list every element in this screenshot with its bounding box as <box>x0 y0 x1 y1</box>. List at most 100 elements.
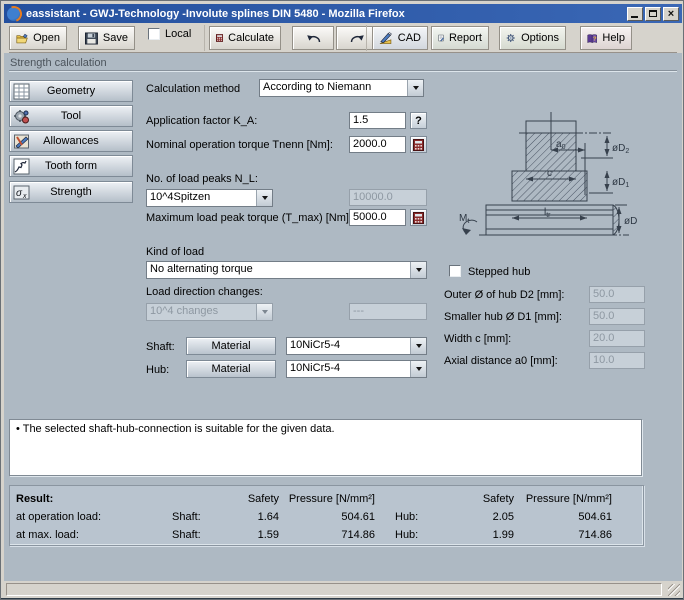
page-title: Strength calculation <box>10 57 107 69</box>
svg-text:?: ? <box>593 36 597 42</box>
chevron-down-icon[interactable] <box>256 190 272 206</box>
options-button[interactable]: Options <box>499 26 566 50</box>
tooth-form-icon <box>13 158 30 175</box>
svg-text:ltr: ltr <box>544 207 551 219</box>
kind-of-load-select[interactable]: No alternating torque <box>146 261 427 279</box>
shaft-label: Shaft: <box>172 511 222 523</box>
chevron-down-icon[interactable] <box>407 80 423 96</box>
chevron-down-icon[interactable] <box>410 361 426 377</box>
calculate-button[interactable]: Calculate <box>209 26 281 50</box>
load-direction-select: 10^4 changes <box>146 303 273 321</box>
dim-mt-label: M <box>459 213 467 224</box>
cad-icon <box>379 32 393 45</box>
report-label: Report <box>449 32 482 44</box>
hub-label: Hub: <box>375 529 435 541</box>
dim-c-label: c <box>547 168 552 179</box>
strength-sigma-icon: σx <box>13 184 30 201</box>
hub-material-value: 10NiCr5-4 <box>287 361 410 377</box>
undo-button[interactable] <box>292 26 334 50</box>
cad-label: CAD <box>398 32 421 44</box>
hub-a0-input: 10.0 <box>589 352 645 369</box>
local-checkbox-group[interactable]: Local <box>148 28 191 40</box>
result-row-operation: at operation load: Shaft: 1.64 504.61 Hu… <box>16 508 643 526</box>
undo-icon <box>305 33 322 44</box>
hub-safety-value: 1.99 <box>435 529 514 541</box>
stepped-hub-label: Stepped hub <box>468 266 530 278</box>
calculation-method-select[interactable]: According to Niemann <box>259 79 424 97</box>
open-button[interactable]: Open <box>9 26 67 50</box>
max-torque-calc-button[interactable] <box>410 209 427 226</box>
cad-button[interactable]: CAD <box>372 26 428 50</box>
maximize-button[interactable] <box>645 7 661 21</box>
application-factor-input[interactable]: 1.5 <box>349 112 406 129</box>
window-title: eassistant - GWJ-Technology -Involute sp… <box>26 8 625 20</box>
kind-of-load-value: No alternating torque <box>147 262 410 278</box>
shaft-material-button[interactable]: Material <box>186 337 276 355</box>
save-button[interactable]: Save <box>78 26 135 50</box>
shaft-safety-value: 1.59 <box>222 529 279 541</box>
sidebar-item-tool[interactable]: Tool <box>9 105 133 127</box>
shaft-pressure-value: 504.61 <box>279 511 375 523</box>
open-folder-icon <box>16 32 28 45</box>
result-row-max: at max. load: Shaft: 1.59 714.86 Hub: 1.… <box>16 526 643 544</box>
hub-material-button[interactable]: Material <box>186 360 276 378</box>
close-button[interactable]: × <box>663 7 679 21</box>
sidebar-item-strength[interactable]: σx Strength <box>9 181 133 203</box>
firefox-icon <box>7 7 21 21</box>
load-direction-value: 10^4 changes <box>147 304 256 320</box>
hub-safety-value: 2.05 <box>435 511 514 523</box>
row-label: at max. load: <box>16 529 172 541</box>
status-bar <box>4 581 682 598</box>
help-label: Help <box>602 32 625 44</box>
minimize-button[interactable] <box>627 7 643 21</box>
toolbar-separator <box>366 25 367 51</box>
calculator-icon <box>216 31 223 45</box>
load-peaks-label: No. of load peaks N_L: <box>146 173 258 185</box>
dim-d-label: øD <box>624 216 637 227</box>
load-peaks-count-input: 10000.0 <box>349 189 427 206</box>
nominal-torque-input[interactable]: 2000.0 <box>349 136 406 153</box>
hub-label: Hub: <box>146 364 169 376</box>
report-button[interactable]: Report <box>431 26 489 50</box>
max-torque-label: Maximum load peak torque (T_max) [Nm]: <box>146 212 352 224</box>
max-torque-input[interactable]: 5000.0 <box>349 209 406 226</box>
status-field <box>6 583 662 596</box>
calculation-method-label: Calculation method <box>146 83 240 95</box>
help-book-icon: ? <box>587 32 597 45</box>
geometry-grid-icon <box>13 83 30 100</box>
sidebar-item-tooth-form[interactable]: Tooth form <box>9 155 133 177</box>
dim-d1-label: øD <box>612 177 625 188</box>
help-button[interactable]: ? Help <box>580 26 632 50</box>
local-label: Local <box>165 28 191 40</box>
hub-label: Hub: <box>375 511 435 523</box>
dim-d2-label: øD <box>612 143 625 154</box>
shaft-material-select[interactable]: 10NiCr5-4 <box>286 337 427 355</box>
pressure-header: Pressure [N/mm²] <box>279 493 375 505</box>
options-label: Options <box>521 32 559 44</box>
report-icon <box>438 31 444 45</box>
calculate-label: Calculate <box>228 32 274 44</box>
shaft-hub-drawing: a0 c ltr øD2 øD1 øD Mt <box>431 81 681 253</box>
chevron-down-icon[interactable] <box>410 338 426 354</box>
toolbar: Open Save Local Calculate CAD Report <box>4 23 682 53</box>
application-factor-help-button[interactable]: ? <box>410 112 427 129</box>
toolbar-separator <box>204 25 205 51</box>
local-checkbox[interactable] <box>148 28 160 40</box>
sidebar-item-geometry[interactable]: Geometry <box>9 80 133 102</box>
chevron-down-icon[interactable] <box>410 262 426 278</box>
application-window: eassistant - GWJ-Technology -Involute sp… <box>0 0 684 600</box>
sidebar-item-allowances[interactable]: Allowances <box>9 130 133 152</box>
message-bullet: • <box>16 423 20 435</box>
message-text: The selected shaft-hub-connection is sui… <box>23 423 335 435</box>
shaft-pressure-value: 714.86 <box>279 529 375 541</box>
redo-icon <box>349 33 366 44</box>
stepped-hub-checkbox[interactable] <box>449 265 461 277</box>
nominal-torque-calc-button[interactable] <box>410 136 427 153</box>
load-peaks-select[interactable]: 10^4Spitzen <box>146 189 273 207</box>
tool-gears-icon <box>13 108 30 125</box>
hub-a0-label: Axial distance a0 [mm]: <box>444 355 558 367</box>
hub-width-c-input: 20.0 <box>589 330 645 347</box>
hub-material-select[interactable]: 10NiCr5-4 <box>286 360 427 378</box>
resize-grip[interactable] <box>668 584 680 596</box>
hub-width-c-label: Width c [mm]: <box>444 333 511 345</box>
